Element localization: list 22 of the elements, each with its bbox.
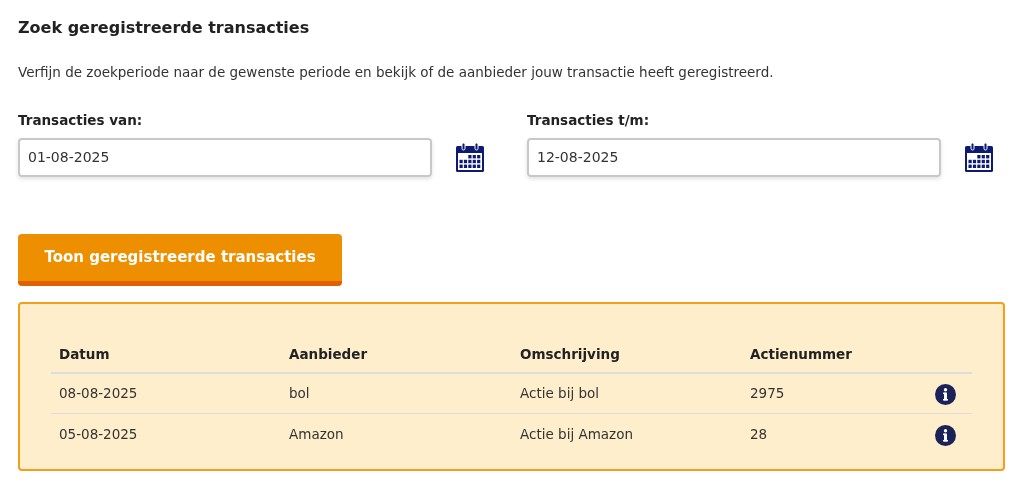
column-header: Aanbieder [289,345,368,362]
info-icon[interactable] [935,424,956,446]
date-field[interactable]: 01-08-2025 [18,137,432,177]
column-header: Omschrijving [520,345,620,362]
table-cell: 28 [750,425,768,442]
info-icon[interactable] [935,384,956,405]
column-header: Actienummer [750,345,852,362]
date-field[interactable]: 12-08-2025 [527,137,941,177]
table-cell: Actie bij bol [520,385,599,401]
table-cell: Amazon [289,425,344,442]
intro-text: Verfijn de zoekperiode naar de gewenste periode en bekijk of de aanbieder jouw transactie heeft geregistreerd. [18,63,775,82]
calendar-icon[interactable] [455,141,485,173]
table-cell: Actie bij Amazon [520,425,633,442]
table-cell: bol [289,385,310,401]
section-title: Zoek geregistreerde transacties [18,17,311,39]
calendar-icon[interactable] [964,141,994,173]
table-cell: 05-08-2025 [59,425,138,442]
field-label: Transacties van: [18,111,144,131]
table-cell: 08-08-2025 [59,385,138,401]
table-cell: 2975 [750,385,785,401]
column-header: Datum [59,345,110,362]
field-label: Transacties t/m: [527,111,651,131]
